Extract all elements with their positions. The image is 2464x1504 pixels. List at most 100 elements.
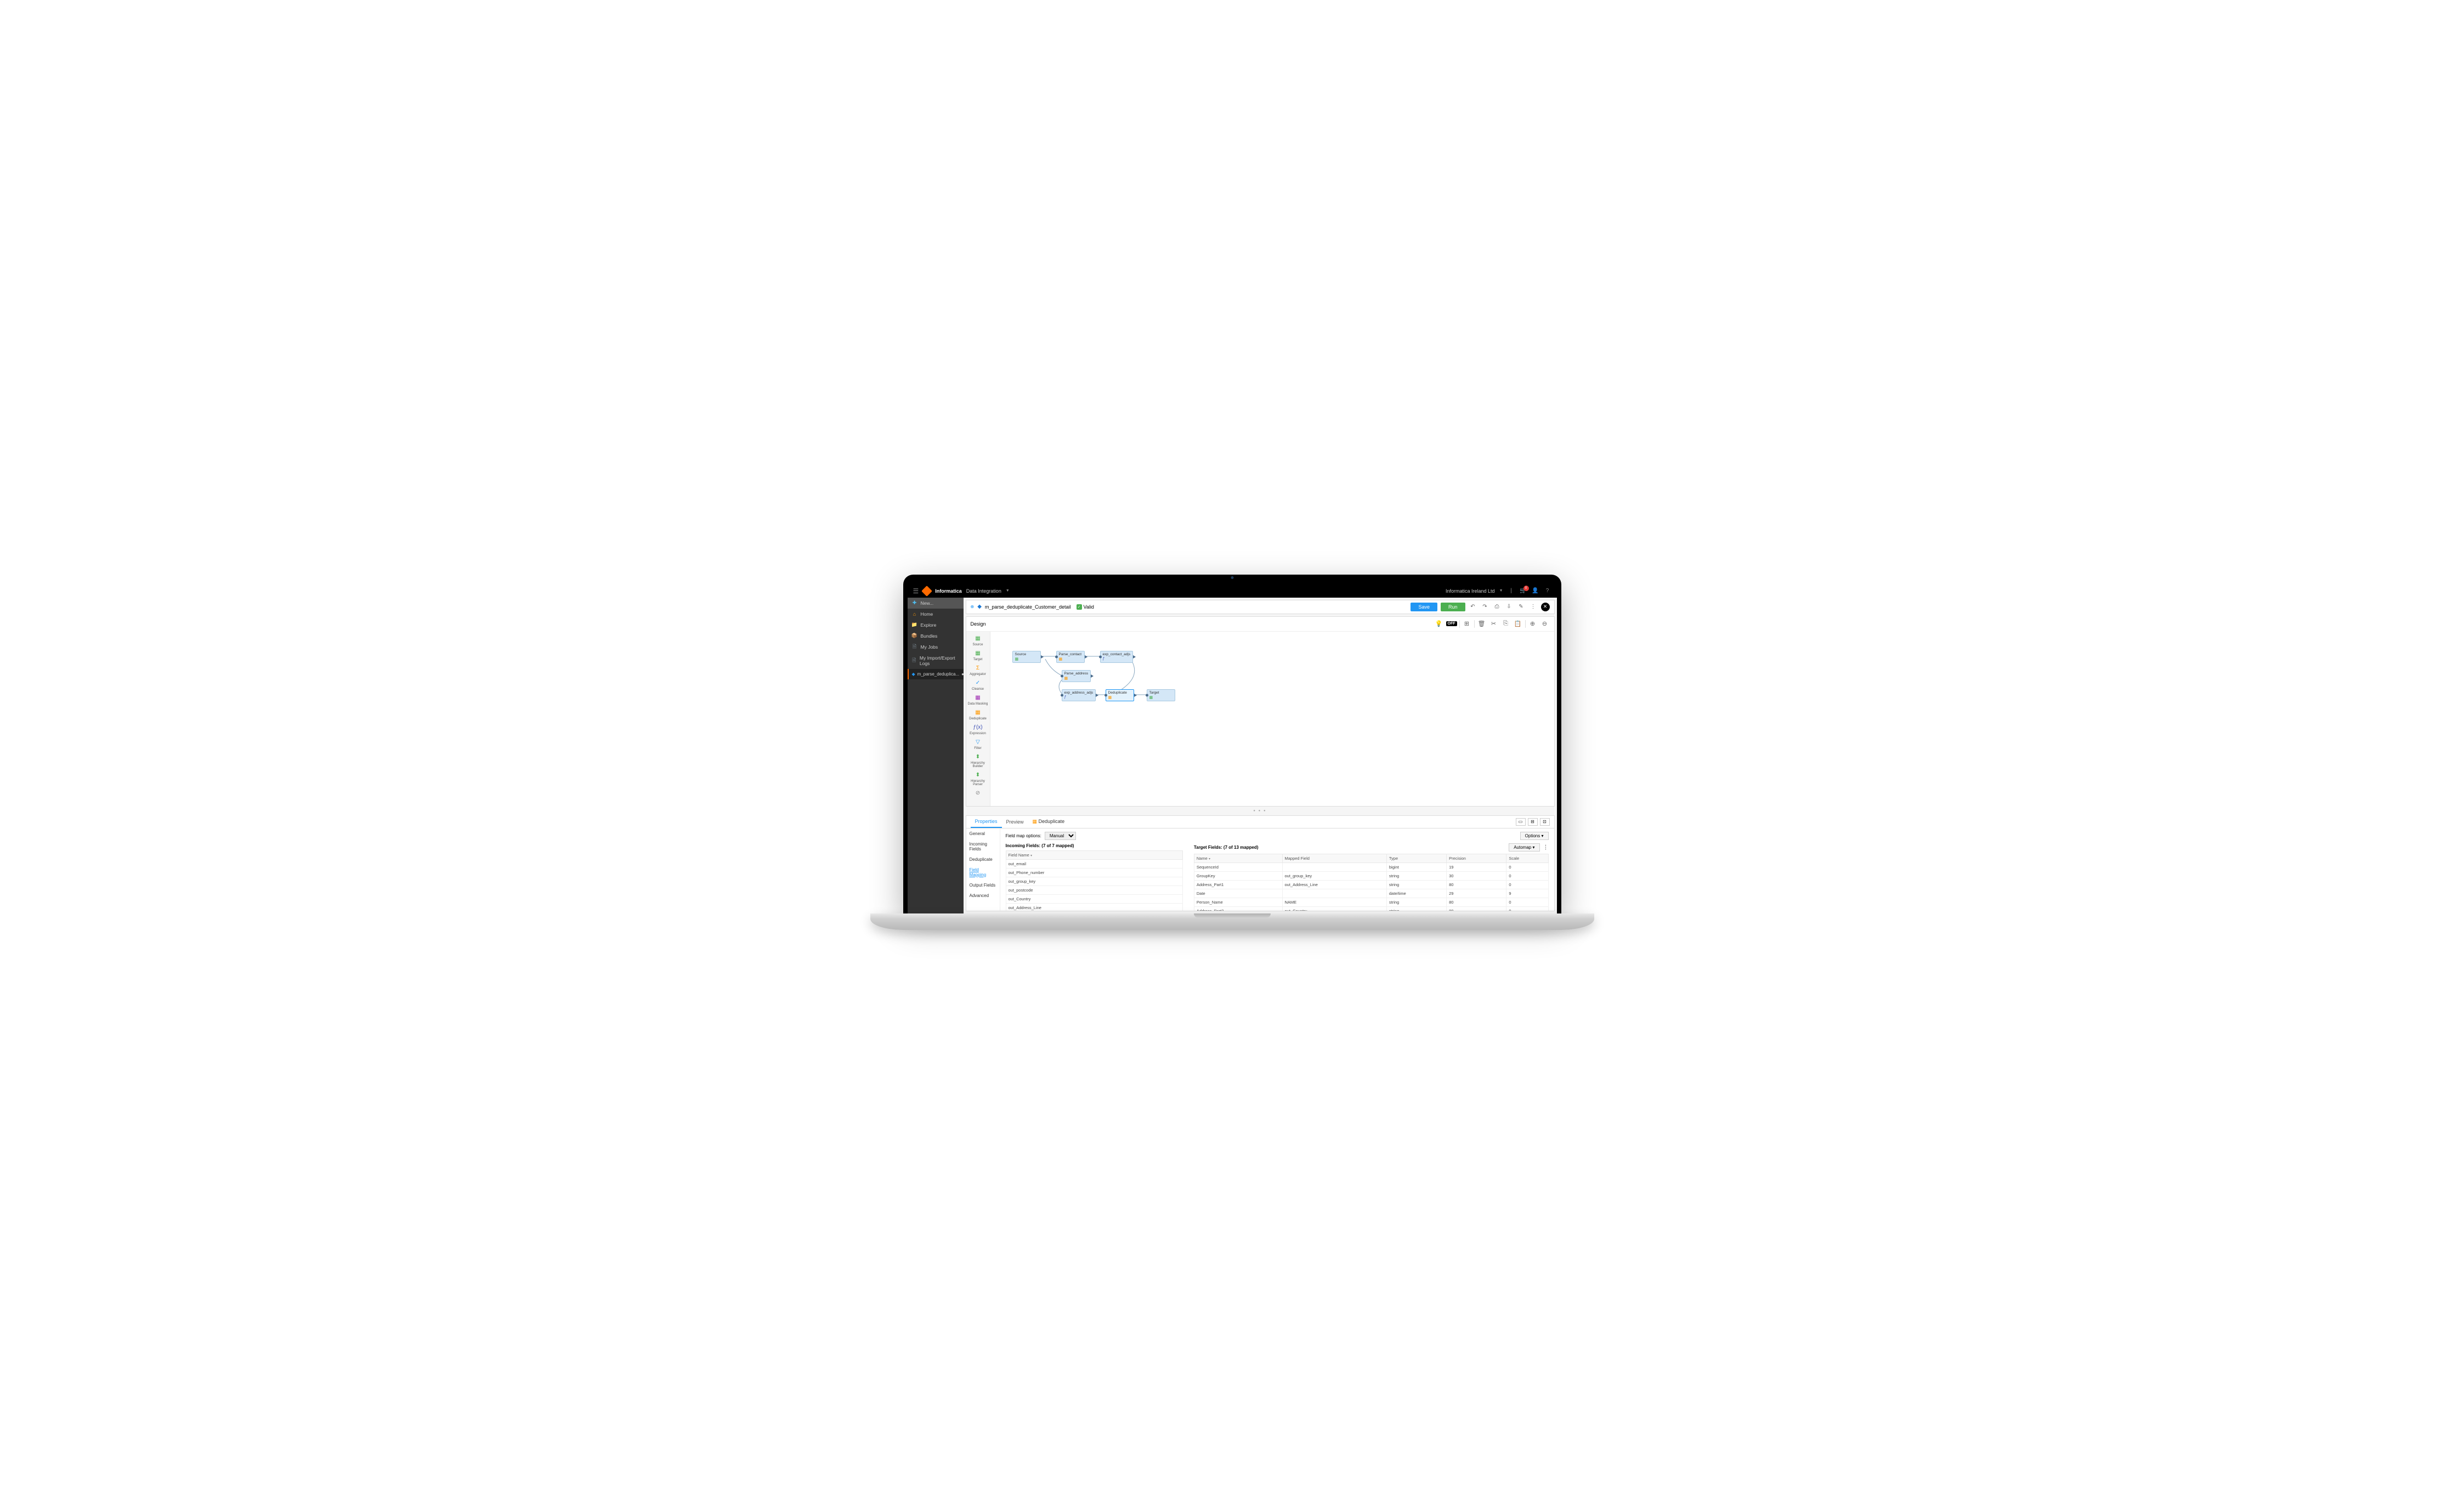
notification-icon[interactable]: 🛒 0 — [1520, 587, 1527, 595]
node-deduplicate[interactable]: Deduplicate ▦ — [1106, 689, 1134, 701]
node-parse-address[interactable]: Parse_address ▦ — [1062, 670, 1091, 682]
automap-button[interactable]: Automap ▾ — [1509, 843, 1539, 852]
palette-cleanse[interactable]: ✓Cleanse — [967, 678, 988, 692]
target-fields-section: Target Fields: (7 of 13 mapped) Automap … — [1194, 843, 1549, 911]
table-row[interactable]: Person_NameNAMEstring800 — [1194, 898, 1548, 906]
table-row[interactable]: out_email — [1006, 859, 1182, 868]
download-icon[interactable]: ⇩ — [1505, 603, 1514, 611]
redo-icon[interactable]: ↷ — [1481, 603, 1489, 611]
th-mapped[interactable]: Mapped Field — [1282, 854, 1386, 862]
th-scale[interactable]: Scale — [1506, 854, 1548, 862]
splitter[interactable]: ● ● ● — [966, 809, 1555, 813]
sidebar-item-explore[interactable]: 📁 Explore — [908, 620, 964, 631]
save-button[interactable]: Save — [1411, 603, 1437, 611]
delete-icon[interactable]: 🗑 — [1477, 619, 1487, 629]
options-button[interactable]: Options ▾ — [1520, 832, 1549, 840]
mapping-icon: ◆ — [977, 604, 982, 610]
cut-icon[interactable]: ✂ — [1489, 619, 1499, 629]
vtab-fieldmapping[interactable]: Field Mapping — [966, 865, 1000, 880]
palette-source[interactable]: ▦Source — [967, 634, 988, 648]
table-row[interactable]: GroupKeyout_group_keystring300 — [1194, 871, 1548, 880]
node-exp-contact[interactable]: exp_contact_adjs ƒ — [1100, 651, 1134, 663]
run-button[interactable]: Run — [1441, 603, 1465, 611]
copy-icon[interactable]: ⎘ — [1501, 619, 1511, 629]
tab-properties[interactable]: Properties — [971, 816, 1002, 828]
lightbulb-icon[interactable]: 💡 — [1434, 619, 1444, 629]
zoom-in-icon[interactable]: ⊕ — [1528, 619, 1538, 629]
sidebar-label: My Import/Export Logs — [920, 655, 959, 666]
node-target[interactable]: Target ▦ — [1147, 689, 1175, 701]
table-row[interactable]: Datedate/time299 — [1194, 889, 1548, 898]
palette-hierarchy-parser[interactable]: ⬍Hierarchy Parser — [967, 770, 988, 787]
vtab-advanced[interactable]: Advanced — [966, 890, 1000, 901]
node-parse-contact[interactable]: Parse_contact ▦ — [1056, 651, 1085, 663]
org-name[interactable]: Informatica Ireland Ltd — [1446, 588, 1495, 594]
table-row[interactable]: out_Address_Line — [1006, 903, 1182, 911]
sidebar-item-importexport[interactable]: 🗎 My Import/Export Logs — [908, 652, 964, 669]
palette-more[interactable]: ⊘ — [967, 788, 988, 798]
th-name[interactable]: Name ▾ — [1194, 854, 1282, 862]
help-icon[interactable]: ? — [1544, 587, 1551, 595]
expand-icon[interactable]: ⊕ — [971, 604, 975, 609]
palette-target[interactable]: ▦Target — [967, 649, 988, 662]
incoming-header[interactable]: Field Name ▾ — [1006, 850, 1182, 859]
fieldmap-select[interactable]: Manual — [1045, 832, 1076, 840]
vtab-general[interactable]: General — [966, 828, 1000, 839]
sidebar-label: Home — [921, 611, 933, 617]
table-row[interactable]: Address_Part1out_Address_Linestring800 — [1194, 880, 1548, 889]
table-row[interactable]: out_group_key — [1006, 877, 1182, 886]
node-source[interactable]: Source ▦ — [1012, 651, 1041, 663]
zoom-out-icon[interactable]: ⊖ — [1540, 619, 1550, 629]
palette-datamasking[interactable]: ▦Data Masking — [967, 693, 988, 707]
toggle-off[interactable]: OFF — [1446, 621, 1457, 626]
target-more-icon[interactable]: ⋮ — [1543, 844, 1549, 850]
palette-expression[interactable]: ƒ(x)Expression — [967, 723, 988, 736]
th-type[interactable]: Type — [1386, 854, 1446, 862]
valid-badge: ✓ Valid — [1074, 604, 1096, 610]
incoming-title: Incoming Fields: (7 of 7 mapped) — [1006, 843, 1074, 848]
sidebar-item-home[interactable]: ⌂ Home — [908, 609, 964, 620]
edit-icon[interactable]: ✎ — [1517, 603, 1526, 611]
paste-icon[interactable]: 📋 — [1513, 619, 1523, 629]
palette-filter[interactable]: ▽Filter — [967, 737, 988, 751]
laptop-camera — [1231, 576, 1233, 579]
target-title: Target Fields: (7 of 13 mapped) — [1194, 845, 1259, 850]
more-icon[interactable]: ⋮ — [1529, 603, 1538, 611]
layout-bottom-icon[interactable]: ⊡ — [1540, 818, 1550, 826]
table-row[interactable]: out_Phone_number — [1006, 868, 1182, 877]
grid-icon[interactable]: ⊞ — [1462, 619, 1472, 629]
sidebar-item-myjobs[interactable]: 🗎 My Jobs — [908, 642, 964, 652]
hamburger-icon[interactable]: ☰ — [913, 587, 919, 595]
th-precision[interactable]: Precision — [1447, 854, 1506, 862]
table-row[interactable]: out_Country — [1006, 894, 1182, 903]
design-panel: Design 💡 OFF ⊞ 🗑 ✂ ⎘ — [966, 616, 1555, 807]
sidebar-open-tab[interactable]: ◆ m_parse_deduplica... ● — [908, 669, 964, 679]
layout-full-icon[interactable]: ▭ — [1516, 818, 1526, 826]
product-name[interactable]: Data Integration — [966, 588, 1001, 594]
undo-icon[interactable]: ↶ — [1469, 603, 1477, 611]
tab-preview[interactable]: Preview — [1002, 816, 1028, 827]
product-chevron-icon[interactable]: ▼ — [1006, 589, 1010, 593]
palette-hierarchy-builder[interactable]: ⬍Hierarchy Builder — [967, 752, 988, 769]
vtab-output[interactable]: Output Fields — [966, 880, 1000, 890]
palette-aggregator[interactable]: ΣAggregator — [967, 663, 988, 677]
table-row[interactable]: Address_Part2out_Countrystring800 — [1194, 906, 1548, 911]
schedule-icon[interactable]: ⎙ — [1493, 603, 1502, 611]
org-chevron-icon[interactable]: ▼ — [1499, 589, 1503, 593]
vtab-incoming[interactable]: Incoming Fields — [966, 839, 1000, 854]
tab-title: m_parse_deduplica... — [917, 672, 960, 677]
palette-deduplicate[interactable]: ▦Deduplicate — [967, 708, 988, 722]
node-exp-address[interactable]: exp_address_adjs ƒ — [1062, 689, 1096, 701]
folder-icon: 📁 — [912, 622, 917, 628]
mapping-canvas[interactable]: Source ▦ Parse_contact ▦ — [990, 632, 1554, 806]
close-button[interactable]: ✕ — [1541, 603, 1550, 611]
table-row[interactable]: out_postcode — [1006, 886, 1182, 894]
sidebar-item-bundles[interactable]: 📦 Bundles — [908, 631, 964, 642]
user-icon[interactable]: 👤 — [1532, 587, 1539, 595]
table-row[interactable]: SequenceIdbigint190 — [1194, 862, 1548, 871]
vtab-deduplicate[interactable]: Deduplicate — [966, 854, 1000, 865]
target-fields-table: Name ▾ Mapped Field Type Precision Scale — [1194, 854, 1549, 911]
tab-close-icon[interactable]: ● — [961, 672, 964, 677]
sidebar-item-new[interactable]: ✚ New... — [908, 598, 964, 609]
layout-split-icon[interactable]: ⊟ — [1528, 818, 1538, 826]
